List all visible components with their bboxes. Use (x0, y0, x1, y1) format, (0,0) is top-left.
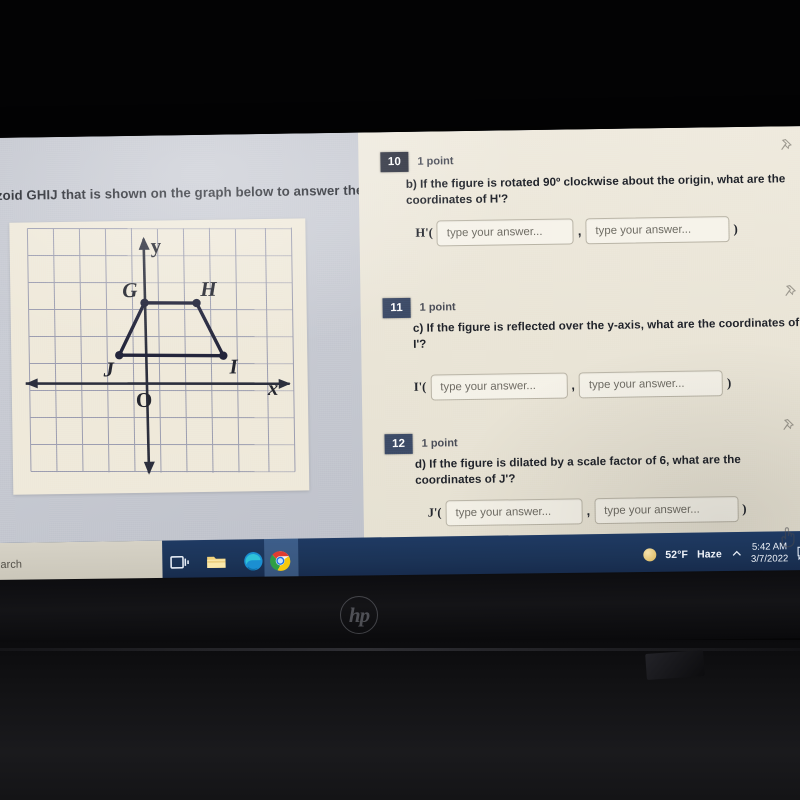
weather-temperature: 52°F (665, 548, 689, 561)
answer-variable-label: I'( (413, 380, 427, 395)
answer-close-paren: ) (733, 220, 738, 237)
question-text: b) If the figure is rotated 90º clockwis… (405, 172, 786, 207)
answer-input-x[interactable]: type your answer... (430, 372, 568, 401)
vertex-label-i: I (228, 354, 238, 378)
search-placeholder: earch (0, 558, 22, 571)
edge-icon[interactable] (242, 550, 264, 572)
laptop-deck-edge (0, 648, 800, 651)
question-text: c) If the figure is reflected over the y… (412, 316, 800, 351)
laptop-hinge-detail (645, 650, 705, 680)
question-points: 1 point (419, 301, 456, 314)
vertex-label-h: H (199, 277, 217, 301)
question-prompt-panel: apezoid GHIJ that is shown on the graph … (0, 132, 365, 544)
vertex-label-j: J (102, 357, 115, 381)
chrome-icon[interactable] (269, 550, 291, 572)
weather-condition: Haze (696, 547, 723, 561)
answer-input-x[interactable]: type your answer... (436, 218, 575, 247)
answer-separator: , (577, 223, 582, 239)
question-header: 11 1 point (382, 292, 800, 319)
file-explorer-icon[interactable] (205, 551, 227, 573)
answer-input-y[interactable]: type your answer... (578, 370, 724, 399)
answer-separator: , (571, 377, 576, 393)
origin-label: O (136, 388, 153, 412)
answer-input-y[interactable]: type your answer... (585, 216, 730, 245)
chevron-up-icon[interactable] (731, 548, 742, 559)
coordinate-graph: G H I J O x y (9, 218, 310, 495)
question-number-badge: 10 (380, 151, 409, 173)
dark-room-background-top (0, 0, 800, 134)
x-axis-label: x (267, 376, 279, 400)
laptop-bottom-bezel (0, 569, 800, 649)
laptop-screen: apezoid GHIJ that is shown on the graph … (0, 125, 800, 587)
answer-row: I'( type your answer... , type your answ… (414, 369, 800, 401)
hand-pointer-cursor (781, 527, 795, 548)
answer-close-paren: ) (726, 375, 732, 391)
prompt-text: apezoid GHIJ that is shown on the graph … (0, 182, 364, 204)
question-points: 1 point (417, 155, 454, 168)
answer-row: J'( type your answer... , type your answ… (427, 495, 800, 527)
weather-icon (643, 548, 657, 562)
question-text: d) If the figure is dilated by a scale f… (414, 452, 741, 487)
answer-separator: , (586, 503, 591, 519)
question-block: 10 1 point b) If the figure is rotated 9… (358, 146, 800, 248)
question-block: 11 1 point c) If the figure is reflected… (360, 292, 800, 402)
question-header: 12 1 point (384, 428, 800, 455)
question-number-badge: 12 (384, 433, 413, 455)
graph-svg: G H I J O x y (25, 227, 296, 475)
answer-variable-label: H'( (415, 225, 433, 241)
photograph-of-laptop: apezoid GHIJ that is shown on the graph … (0, 0, 800, 800)
answer-close-paren: ) (742, 500, 747, 516)
question-number-badge: 11 (382, 297, 411, 319)
y-axis-label: y (150, 234, 161, 258)
question-block: 12 1 point d) If the figure is dilated b… (362, 428, 800, 528)
task-view-icon[interactable] (168, 551, 190, 573)
answer-input-x[interactable]: type your answer... (445, 498, 583, 527)
question-points: 1 point (421, 437, 458, 450)
vertex-label-g: G (122, 278, 138, 302)
answer-input-y[interactable]: type your answer... (593, 495, 739, 525)
question-header: 10 1 point (380, 146, 800, 173)
clock-date: 3/7/2022 (750, 552, 789, 565)
hp-logo: hp (340, 596, 378, 634)
answer-row: H'( type your answer... , type your answ… (415, 215, 800, 247)
answer-variable-label: J'( (427, 505, 442, 521)
quiz-questions-panel: 10 1 point b) If the figure is rotated 9… (358, 125, 800, 548)
